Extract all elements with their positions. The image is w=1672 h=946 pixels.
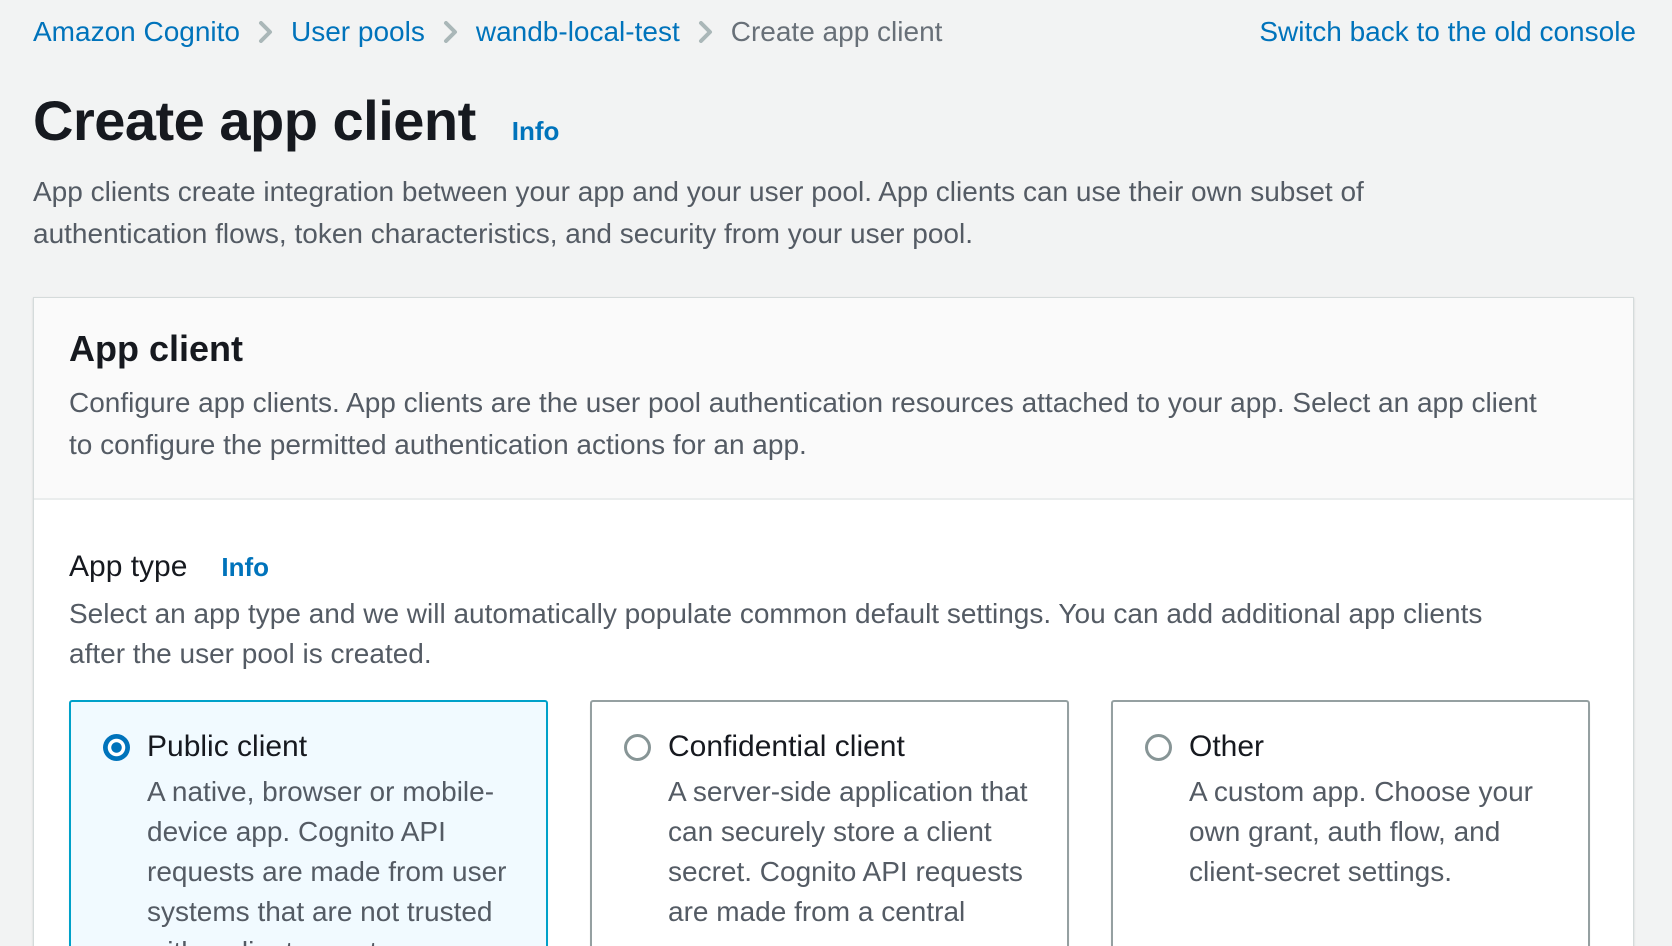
radio-button-confidential-client[interactable] [624, 734, 651, 761]
app-type-info-link[interactable]: Info [221, 552, 269, 583]
tile-description: A server-side application that can secur… [668, 772, 1037, 946]
radio-button-public-client[interactable] [103, 734, 130, 761]
app-client-container-body: App type Info Select an app type and we … [34, 500, 1633, 946]
breadcrumb: Amazon Cognito User pools wandb-local-te… [33, 16, 942, 48]
top-bar: Amazon Cognito User pools wandb-local-te… [0, 0, 1672, 48]
tile-description: A native, browser or mobile-device app. … [147, 772, 516, 946]
chevron-right-icon [258, 21, 273, 43]
page-header: Create app client Info App clients creat… [0, 88, 1672, 255]
tile-label: Confidential client [668, 730, 905, 764]
breadcrumb-item-user-pools[interactable]: User pools [291, 16, 425, 48]
breadcrumb-current-page: Create app client [731, 16, 943, 48]
chevron-right-icon [443, 21, 458, 43]
tile-public-client[interactable]: Public client A native, browser or mobil… [69, 700, 548, 946]
page-description: App clients create integration between y… [33, 171, 1533, 255]
breadcrumb-item-user-pool-name[interactable]: wandb-local-test [476, 16, 680, 48]
tile-other[interactable]: Other A custom app. Choose your own gran… [1111, 700, 1590, 946]
app-type-tiles: Public client A native, browser or mobil… [69, 700, 1590, 946]
tile-description: A custom app. Choose your own grant, aut… [1189, 772, 1558, 892]
radio-button-other[interactable] [1145, 734, 1172, 761]
chevron-right-icon [698, 21, 713, 43]
breadcrumb-item-amazon-cognito[interactable]: Amazon Cognito [33, 16, 240, 48]
app-client-container-header: App client Configure app clients. App cl… [34, 298, 1633, 500]
tile-label: Other [1189, 730, 1264, 764]
container-description: Configure app clients. App clients are t… [69, 382, 1549, 466]
tile-label: Public client [147, 730, 307, 764]
app-client-container: App client Configure app clients. App cl… [33, 297, 1634, 946]
app-type-description: Select an app type and we will automatic… [69, 594, 1529, 674]
page-title-info-link[interactable]: Info [512, 116, 560, 147]
page-title: Create app client [33, 88, 476, 153]
app-type-label: App type [69, 550, 187, 584]
tile-confidential-client[interactable]: Confidential client A server-side applic… [590, 700, 1069, 946]
container-title: App client [69, 328, 1598, 370]
switch-old-console-link[interactable]: Switch back to the old console [1259, 16, 1636, 48]
